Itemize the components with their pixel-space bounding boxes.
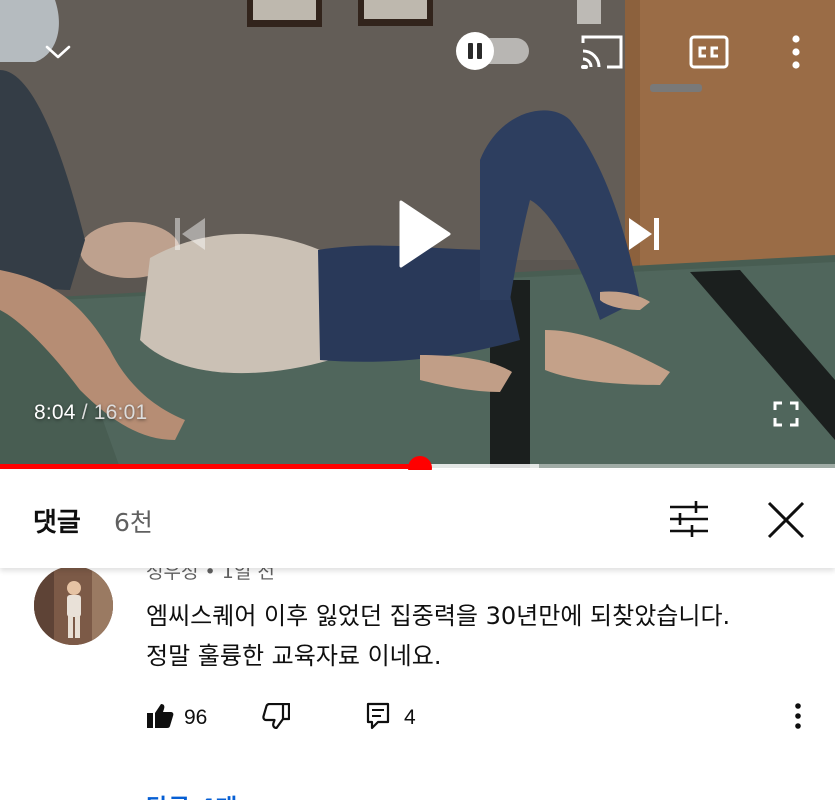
comment-more-button[interactable]: [786, 700, 810, 736]
close-icon: [763, 501, 809, 547]
play-button[interactable]: [388, 198, 458, 274]
collapse-button[interactable]: [38, 36, 78, 72]
comments-header: 댓글 6천: [0, 470, 835, 568]
close-comments-button[interactable]: [763, 497, 809, 543]
avatar[interactable]: [34, 566, 113, 645]
dislike-button[interactable]: [262, 700, 291, 736]
duration: 16:01: [93, 401, 148, 424]
autoplay-toggle-icon: [455, 32, 531, 74]
played-bar: [0, 464, 420, 469]
captions-button[interactable]: [688, 35, 730, 73]
next-button[interactable]: [620, 212, 668, 260]
time-display: 8:04 / 16:01: [34, 401, 147, 425]
more-vert-icon: [795, 703, 801, 733]
more-options-button[interactable]: [784, 34, 808, 74]
cast-icon: [579, 33, 625, 75]
cc-icon: [689, 35, 729, 73]
sort-comments-button[interactable]: [666, 500, 712, 538]
chevron-down-icon: [44, 44, 72, 64]
thumb-up-icon: [146, 703, 174, 733]
reply-icon: [366, 702, 390, 734]
autoplay-toggle[interactable]: [455, 32, 531, 74]
video-player[interactable]: 8:04 / 16:01: [0, 0, 835, 468]
like-count: 96: [184, 706, 208, 729]
play-icon: [395, 200, 451, 272]
more-vert-icon: [792, 35, 800, 73]
fullscreen-button[interactable]: [770, 400, 802, 432]
fullscreen-icon: [773, 401, 799, 431]
view-replies-link[interactable]: 답글 4개: [146, 788, 237, 800]
reply-count: 4: [404, 706, 416, 729]
comment-text: 엠씨스퀘어 이후 잃었던 집중력을 30년만에 되찾았습니다. 정말 훌륭한 교…: [146, 602, 731, 670]
comment-item: 성우성 • 1일 전 엠씨스퀘어 이후 잃었던 집중력을 30년만에 되찾았습니…: [0, 550, 835, 800]
previous-button[interactable]: [166, 212, 214, 260]
thumb-down-icon: [262, 702, 291, 733]
time-separator: /: [75, 401, 94, 424]
current-time: 8:04: [34, 401, 76, 424]
cast-button[interactable]: [578, 34, 626, 74]
skip-previous-icon: [170, 214, 210, 258]
sort-filter-icon: [666, 501, 712, 542]
comments-count: 6천: [114, 508, 153, 537]
reply-button[interactable]: 4: [366, 700, 416, 736]
skip-next-icon: [624, 214, 664, 258]
like-button[interactable]: 96: [146, 700, 207, 736]
comments-title: 댓글: [33, 508, 81, 538]
comment-actions: 96 4: [146, 700, 806, 736]
